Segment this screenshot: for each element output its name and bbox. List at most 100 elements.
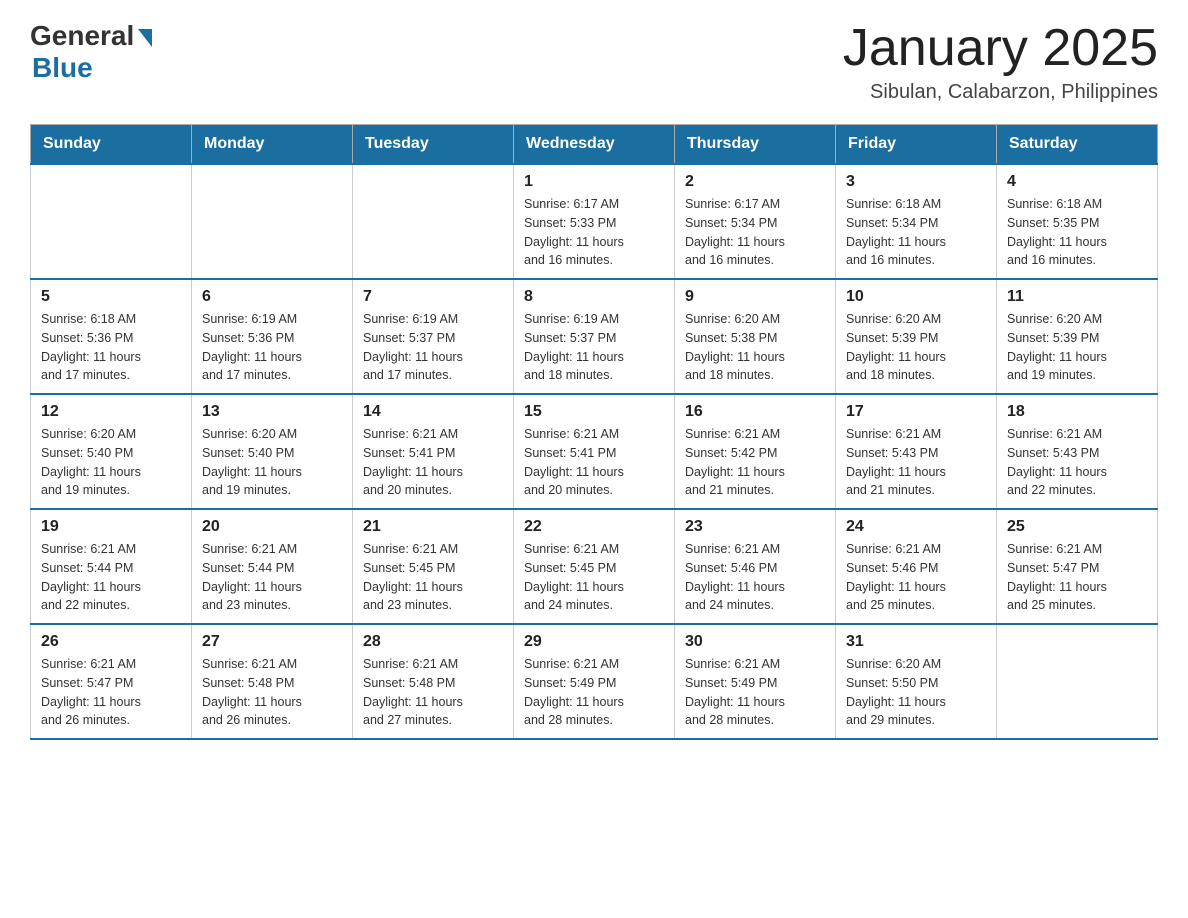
- weekday-header-monday: Monday: [192, 125, 353, 165]
- day-info: Sunrise: 6:17 AM Sunset: 5:33 PM Dayligh…: [524, 195, 664, 270]
- calendar-cell: 10 Sunrise: 6:20 AM Sunset: 5:39 PM Dayli…: [836, 279, 997, 394]
- calendar-week-row: 1Sunrise: 6:17 AM Sunset: 5:33 PM Daylig…: [31, 164, 1158, 279]
- day-number: 26: [41, 633, 181, 651]
- month-title: January 2025: [843, 20, 1158, 77]
- day-info: Sunrise: 6:20 AM Sunset: 5:40 PM Dayligh…: [41, 425, 181, 500]
- calendar-cell: 11 Sunrise: 6:20 AM Sunset: 5:39 PM Dayli…: [997, 279, 1158, 394]
- day-info: Sunrise: 6:21 AM Sunset: 5:47 PM Dayligh…: [1007, 540, 1147, 615]
- calendar-header: SundayMondayTuesdayWednesdayThursdayFrid…: [31, 125, 1158, 165]
- calendar-cell: 27Sunrise: 6:21 AM Sunset: 5:48 PM Dayli…: [192, 624, 353, 739]
- day-info: Sunrise: 6:19 AM Sunset: 5:37 PM Dayligh…: [363, 310, 503, 385]
- calendar-cell: 24 Sunrise: 6:21 AM Sunset: 5:46 PM Dayli…: [836, 509, 997, 624]
- day-number: 8: [524, 288, 664, 306]
- day-number: 22: [524, 518, 664, 536]
- calendar-table: SundayMondayTuesdayWednesdayThursdayFrid…: [30, 124, 1158, 740]
- day-info: Sunrise: 6:21 AM Sunset: 5:45 PM Dayligh…: [524, 540, 664, 615]
- day-info: Sunrise: 6:19 AM Sunset: 5:37 PM Dayligh…: [524, 310, 664, 385]
- calendar-cell: 14 Sunrise: 6:21 AM Sunset: 5:41 PM Dayli…: [353, 394, 514, 509]
- calendar-week-row: 19 Sunrise: 6:21 AM Sunset: 5:44 PM Dayli…: [31, 509, 1158, 624]
- weekday-header-tuesday: Tuesday: [353, 125, 514, 165]
- weekday-header-saturday: Saturday: [997, 125, 1158, 165]
- day-number: 20: [202, 518, 342, 536]
- calendar-cell: [31, 164, 192, 279]
- weekday-header-sunday: Sunday: [31, 125, 192, 165]
- calendar-cell: 2 Sunrise: 6:17 AM Sunset: 5:34 PM Daylig…: [675, 164, 836, 279]
- calendar-cell: 4Sunrise: 6:18 AM Sunset: 5:35 PM Daylig…: [997, 164, 1158, 279]
- day-number: 16: [685, 403, 825, 421]
- day-info: Sunrise: 6:20 AM Sunset: 5:39 PM Dayligh…: [846, 310, 986, 385]
- day-info: Sunrise: 6:17 AM Sunset: 5:34 PM Dayligh…: [685, 195, 825, 270]
- calendar-body: 1Sunrise: 6:17 AM Sunset: 5:33 PM Daylig…: [31, 164, 1158, 739]
- calendar-cell: 25 Sunrise: 6:21 AM Sunset: 5:47 PM Dayli…: [997, 509, 1158, 624]
- day-number: 21: [363, 518, 503, 536]
- day-number: 2: [685, 173, 825, 191]
- calendar-cell: 3 Sunrise: 6:18 AM Sunset: 5:34 PM Daylig…: [836, 164, 997, 279]
- calendar-cell: 9 Sunrise: 6:20 AM Sunset: 5:38 PM Daylig…: [675, 279, 836, 394]
- logo-blue-text: Blue: [32, 52, 93, 84]
- day-number: 7: [363, 288, 503, 306]
- calendar-cell: 8 Sunrise: 6:19 AM Sunset: 5:37 PM Daylig…: [514, 279, 675, 394]
- calendar-cell: 5 Sunrise: 6:18 AM Sunset: 5:36 PM Daylig…: [31, 279, 192, 394]
- calendar-cell: 21Sunrise: 6:21 AM Sunset: 5:45 PM Dayli…: [353, 509, 514, 624]
- day-info: Sunrise: 6:21 AM Sunset: 5:43 PM Dayligh…: [1007, 425, 1147, 500]
- calendar-cell: 12 Sunrise: 6:20 AM Sunset: 5:40 PM Dayli…: [31, 394, 192, 509]
- day-number: 24: [846, 518, 986, 536]
- day-info: Sunrise: 6:21 AM Sunset: 5:46 PM Dayligh…: [685, 540, 825, 615]
- day-info: Sunrise: 6:20 AM Sunset: 5:40 PM Dayligh…: [202, 425, 342, 500]
- title-section: January 2025 Sibulan, Calabarzon, Philip…: [843, 20, 1158, 104]
- day-number: 11: [1007, 288, 1147, 306]
- calendar-cell: 18 Sunrise: 6:21 AM Sunset: 5:43 PM Dayli…: [997, 394, 1158, 509]
- day-number: 17: [846, 403, 986, 421]
- day-number: 31: [846, 633, 986, 651]
- calendar-cell: [353, 164, 514, 279]
- calendar-cell: 19Sunrise: 6:21 AM Sunset: 5:44 PM Dayli…: [31, 509, 192, 624]
- page-header: General Blue January 2025 Sibulan, Calab…: [30, 20, 1158, 104]
- day-number: 19: [41, 518, 181, 536]
- calendar-cell: 13 Sunrise: 6:20 AM Sunset: 5:40 PM Dayli…: [192, 394, 353, 509]
- calendar-cell: 28Sunrise: 6:21 AM Sunset: 5:48 PM Dayli…: [353, 624, 514, 739]
- calendar-cell: 16Sunrise: 6:21 AM Sunset: 5:42 PM Dayli…: [675, 394, 836, 509]
- day-number: 29: [524, 633, 664, 651]
- calendar-cell: 30Sunrise: 6:21 AM Sunset: 5:49 PM Dayli…: [675, 624, 836, 739]
- day-number: 25: [1007, 518, 1147, 536]
- calendar-cell: 29Sunrise: 6:21 AM Sunset: 5:49 PM Dayli…: [514, 624, 675, 739]
- calendar-cell: 22 Sunrise: 6:21 AM Sunset: 5:45 PM Dayli…: [514, 509, 675, 624]
- calendar-cell: 26Sunrise: 6:21 AM Sunset: 5:47 PM Dayli…: [31, 624, 192, 739]
- weekday-header-thursday: Thursday: [675, 125, 836, 165]
- day-number: 23: [685, 518, 825, 536]
- calendar-cell: 20 Sunrise: 6:21 AM Sunset: 5:44 PM Dayli…: [192, 509, 353, 624]
- calendar-week-row: 5 Sunrise: 6:18 AM Sunset: 5:36 PM Daylig…: [31, 279, 1158, 394]
- day-info: Sunrise: 6:20 AM Sunset: 5:50 PM Dayligh…: [846, 655, 986, 730]
- logo-arrow-icon: [138, 29, 152, 47]
- day-info: Sunrise: 6:21 AM Sunset: 5:46 PM Dayligh…: [846, 540, 986, 615]
- calendar-cell: 23 Sunrise: 6:21 AM Sunset: 5:46 PM Dayli…: [675, 509, 836, 624]
- day-number: 13: [202, 403, 342, 421]
- logo-general-text: General: [30, 20, 134, 52]
- calendar-week-row: 26Sunrise: 6:21 AM Sunset: 5:47 PM Dayli…: [31, 624, 1158, 739]
- day-info: Sunrise: 6:18 AM Sunset: 5:34 PM Dayligh…: [846, 195, 986, 270]
- day-info: Sunrise: 6:21 AM Sunset: 5:44 PM Dayligh…: [202, 540, 342, 615]
- calendar-cell: 31 Sunrise: 6:20 AM Sunset: 5:50 PM Dayli…: [836, 624, 997, 739]
- calendar-cell: [192, 164, 353, 279]
- day-number: 14: [363, 403, 503, 421]
- day-number: 3: [846, 173, 986, 191]
- day-number: 12: [41, 403, 181, 421]
- day-info: Sunrise: 6:21 AM Sunset: 5:41 PM Dayligh…: [363, 425, 503, 500]
- day-number: 15: [524, 403, 664, 421]
- day-number: 30: [685, 633, 825, 651]
- day-number: 5: [41, 288, 181, 306]
- day-info: Sunrise: 6:21 AM Sunset: 5:43 PM Dayligh…: [846, 425, 986, 500]
- day-number: 10: [846, 288, 986, 306]
- day-number: 6: [202, 288, 342, 306]
- day-info: Sunrise: 6:21 AM Sunset: 5:48 PM Dayligh…: [202, 655, 342, 730]
- day-info: Sunrise: 6:19 AM Sunset: 5:36 PM Dayligh…: [202, 310, 342, 385]
- day-info: Sunrise: 6:20 AM Sunset: 5:39 PM Dayligh…: [1007, 310, 1147, 385]
- calendar-cell: 1Sunrise: 6:17 AM Sunset: 5:33 PM Daylig…: [514, 164, 675, 279]
- day-number: 18: [1007, 403, 1147, 421]
- day-number: 28: [363, 633, 503, 651]
- location-subtitle: Sibulan, Calabarzon, Philippines: [843, 81, 1158, 104]
- day-info: Sunrise: 6:18 AM Sunset: 5:36 PM Dayligh…: [41, 310, 181, 385]
- calendar-cell: 17 Sunrise: 6:21 AM Sunset: 5:43 PM Dayli…: [836, 394, 997, 509]
- day-number: 9: [685, 288, 825, 306]
- day-info: Sunrise: 6:20 AM Sunset: 5:38 PM Dayligh…: [685, 310, 825, 385]
